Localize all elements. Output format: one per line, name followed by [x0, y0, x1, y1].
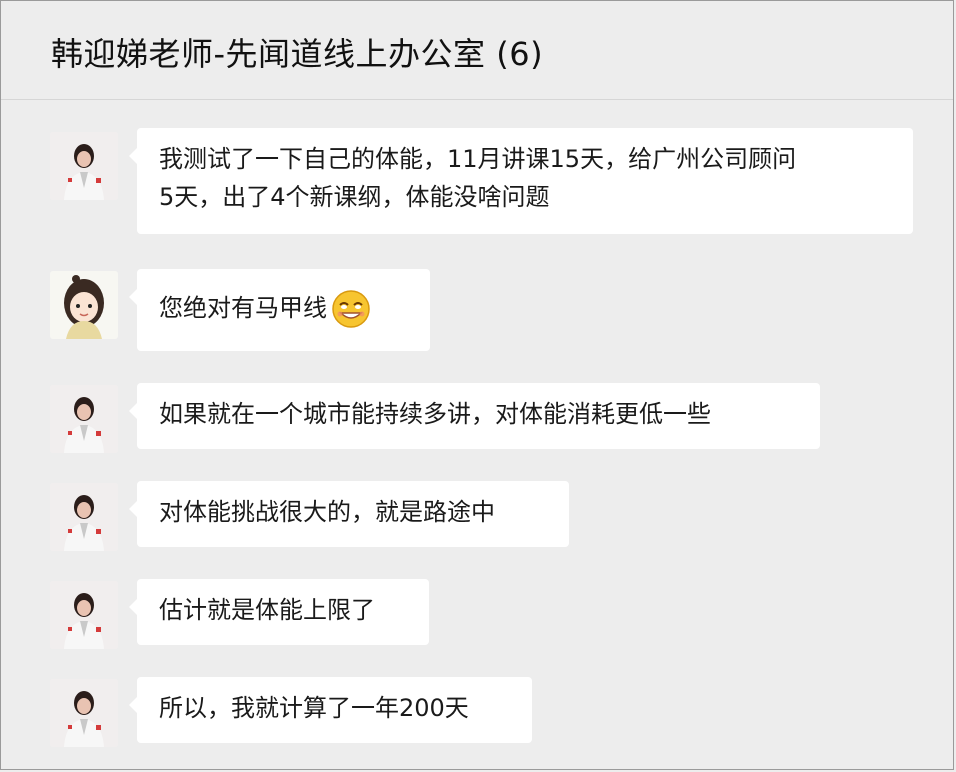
message-text: 5天，出了4个新课纲，体能没啥问题	[159, 183, 550, 211]
message-text: 估计就是体能上限了	[159, 596, 375, 624]
message-bubble: 您绝对有马甲线	[129, 269, 430, 351]
grin-emoji-icon	[331, 289, 371, 329]
message-bubble: 如果就在一个城市能持续多讲，对体能消耗更低一些	[129, 383, 820, 449]
girl-avatar[interactable]	[50, 271, 118, 339]
teacher-avatar[interactable]	[50, 132, 118, 200]
message-bubble: 估计就是体能上限了	[129, 579, 429, 645]
message-bubble: 所以，我就计算了一年200天	[129, 677, 532, 743]
teacher-avatar[interactable]	[50, 483, 118, 551]
teacher-avatar[interactable]	[50, 679, 118, 747]
message-bubble: 我测试了一下自己的体能，11月讲课15天，给广州公司顾问 5天，出了4个新课纲，…	[129, 128, 913, 234]
message-text: 对体能挑战很大的，就是路途中	[159, 498, 495, 526]
teacher-avatar[interactable]	[50, 581, 118, 649]
chat-title: 韩迎娣老师-先闻道线上办公室 (6)	[51, 35, 544, 73]
chat-header: 韩迎娣老师-先闻道线上办公室 (6)	[1, 1, 953, 100]
message-text: 所以，我就计算了一年200天	[159, 694, 469, 722]
teacher-avatar[interactable]	[50, 385, 118, 453]
message-text: 如果就在一个城市能持续多讲，对体能消耗更低一些	[159, 400, 711, 428]
message-text: 您绝对有马甲线	[159, 289, 410, 329]
message-text: 我测试了一下自己的体能，11月讲课15天，给广州公司顾问	[159, 145, 797, 173]
message-bubble: 对体能挑战很大的，就是路途中	[129, 481, 569, 547]
message-text-content: 您绝对有马甲线	[159, 294, 327, 322]
